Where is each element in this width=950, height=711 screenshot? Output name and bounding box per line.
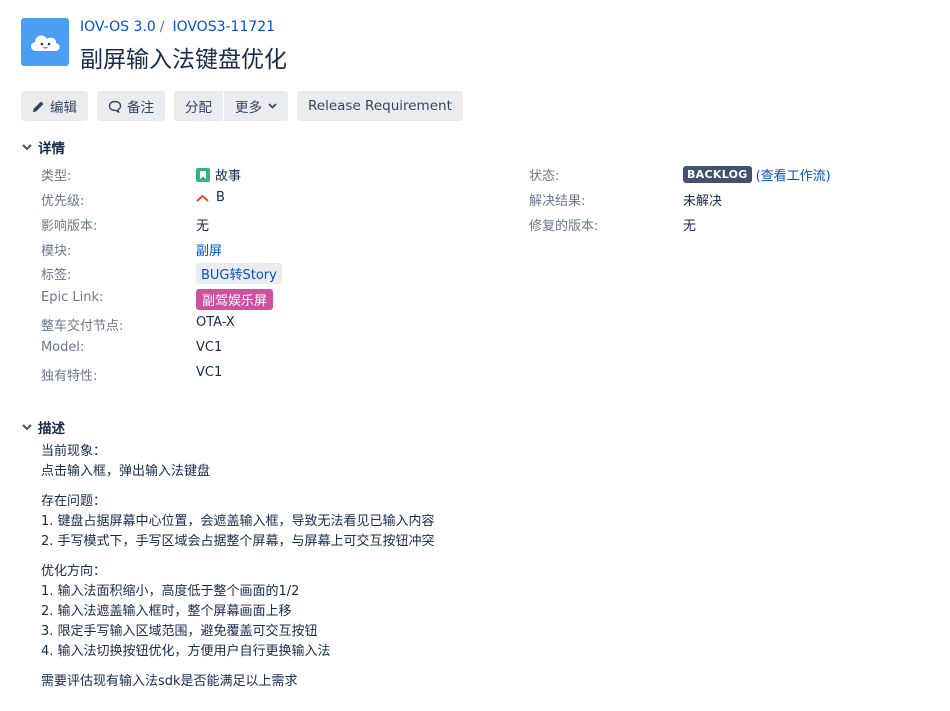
priority-label: 优先级: xyxy=(41,194,85,209)
edit-button-label: 编辑 xyxy=(50,100,77,116)
description-line: 需要评估现有输入法sdk是否能满足以上需求 xyxy=(41,674,298,689)
chevron-down-icon xyxy=(268,103,277,109)
description-line: 当前现象： xyxy=(41,444,107,459)
fix-version-value: 无 xyxy=(683,219,697,234)
priority-value: B xyxy=(196,190,225,205)
description-line: 1. 键盘占据屏幕中心位置，会遮盖输入框，导致无法看见已输入内容 xyxy=(41,514,435,529)
delivery-node-label: 整车交付节点: xyxy=(41,319,124,334)
view-workflow-link[interactable]: (查看工作流) xyxy=(756,165,831,184)
details-heading: 详情 xyxy=(38,141,65,157)
comment-button-label: 备注 xyxy=(127,100,154,116)
affects-version-value: 无 xyxy=(196,219,210,234)
description-paragraph: 存在问题： 1. 键盘占据屏幕中心位置，会遮盖输入框，导致无法看见已输入内容 2… xyxy=(41,492,901,552)
label-chip[interactable]: BUG转Story xyxy=(196,263,282,284)
resolution-value: 未解决 xyxy=(683,194,723,209)
description-body: 当前现象： 点击输入框，弹出输入法键盘 存在问题： 1. 键盘占据屏幕中心位置，… xyxy=(41,442,901,702)
component-label: 模块: xyxy=(41,244,72,259)
priority-high-icon xyxy=(196,194,209,202)
breadcrumb-separator: / xyxy=(159,19,165,35)
breadcrumb-project-link[interactable]: IOV-OS 3.0 xyxy=(80,19,156,35)
description-line: 存在问题： xyxy=(41,494,107,509)
status-badge: BACKLOG xyxy=(683,166,752,183)
breadcrumb: IOV-OS 3.0/ IOVOS3-11721 xyxy=(80,19,275,35)
more-button[interactable]: 更多 xyxy=(224,91,288,121)
assign-button-label: 分配 xyxy=(185,100,212,116)
epic-link-chip[interactable]: 副驾娱乐屏 xyxy=(196,289,274,310)
more-button-label: 更多 xyxy=(235,100,262,116)
chevron-down-icon xyxy=(22,143,32,151)
project-avatar[interactable] xyxy=(21,18,69,66)
description-heading: 描述 xyxy=(38,421,65,437)
description-line: 点击输入框，弹出输入法键盘 xyxy=(41,464,211,479)
type-label: 类型: xyxy=(41,169,72,184)
affects-version-label: 影响版本: xyxy=(41,219,98,234)
component-link[interactable]: 副屏 xyxy=(196,240,222,259)
labels-label: 标签: xyxy=(41,268,72,283)
labels-value: BUG转Story xyxy=(196,263,282,284)
chevron-down-icon xyxy=(22,423,32,431)
description-line: 2. 手写模式下，手写区域会占据整个屏幕，与屏幕上可交互按钮冲突 xyxy=(41,534,435,549)
model-label: Model: xyxy=(41,340,85,355)
assign-button[interactable]: 分配 xyxy=(174,91,223,121)
description-line: 1. 输入法面积缩小，高度低于整个画面的1/2 xyxy=(41,584,300,599)
status-label: 状态: xyxy=(529,169,560,184)
comment-icon xyxy=(108,100,122,113)
priority-value-text: B xyxy=(216,190,225,205)
cloud-icon xyxy=(30,35,60,51)
unique-feature-label: 独有特性: xyxy=(41,369,98,384)
issue-toolbar: 编辑 备注 分配 更多 Release Requirement xyxy=(21,91,472,121)
type-value: 故事 xyxy=(196,165,241,184)
comment-button[interactable]: 备注 xyxy=(97,91,165,121)
epic-link-value: 副驾娱乐屏 xyxy=(196,289,274,310)
epic-link-label: Epic Link: xyxy=(41,290,104,305)
description-line: 3. 限定手写输入区域范围，避免覆盖可交互按钮 xyxy=(41,624,318,639)
description-line: 2. 输入法遮盖输入框时，整个屏幕画面上移 xyxy=(41,604,292,619)
delivery-node-value: OTA-X xyxy=(196,315,235,330)
fix-version-label: 修复的版本: xyxy=(529,219,599,234)
story-icon xyxy=(196,167,210,182)
type-value-text: 故事 xyxy=(215,169,242,184)
release-requirement-button[interactable]: Release Requirement xyxy=(297,91,463,121)
description-paragraph: 需要评估现有输入法sdk是否能满足以上需求 xyxy=(41,672,901,692)
release-requirement-label: Release Requirement xyxy=(308,98,452,114)
description-paragraph: 当前现象： 点击输入框，弹出输入法键盘 xyxy=(41,442,901,482)
description-paragraph: 优化方向： 1. 输入法面积缩小，高度低于整个画面的1/2 2. 输入法遮盖输入… xyxy=(41,562,901,662)
issue-title: 副屏输入法键盘优化 xyxy=(80,47,287,73)
description-line: 4. 输入法切换按钮优化，方便用户自行更换输入法 xyxy=(41,644,331,659)
details-section-toggle[interactable]: 详情 xyxy=(22,137,65,157)
description-section-toggle[interactable]: 描述 xyxy=(22,417,65,437)
resolution-label: 解决结果: xyxy=(529,194,586,209)
unique-feature-value: VC1 xyxy=(196,365,223,380)
description-line: 优化方向： xyxy=(41,564,107,579)
status-value: BACKLOG (查看工作流) xyxy=(683,165,831,184)
breadcrumb-issue-key-link[interactable]: IOVOS3-11721 xyxy=(172,19,275,35)
model-value: VC1 xyxy=(196,340,223,355)
edit-button[interactable]: 编辑 xyxy=(21,91,88,121)
pencil-icon xyxy=(32,100,45,113)
